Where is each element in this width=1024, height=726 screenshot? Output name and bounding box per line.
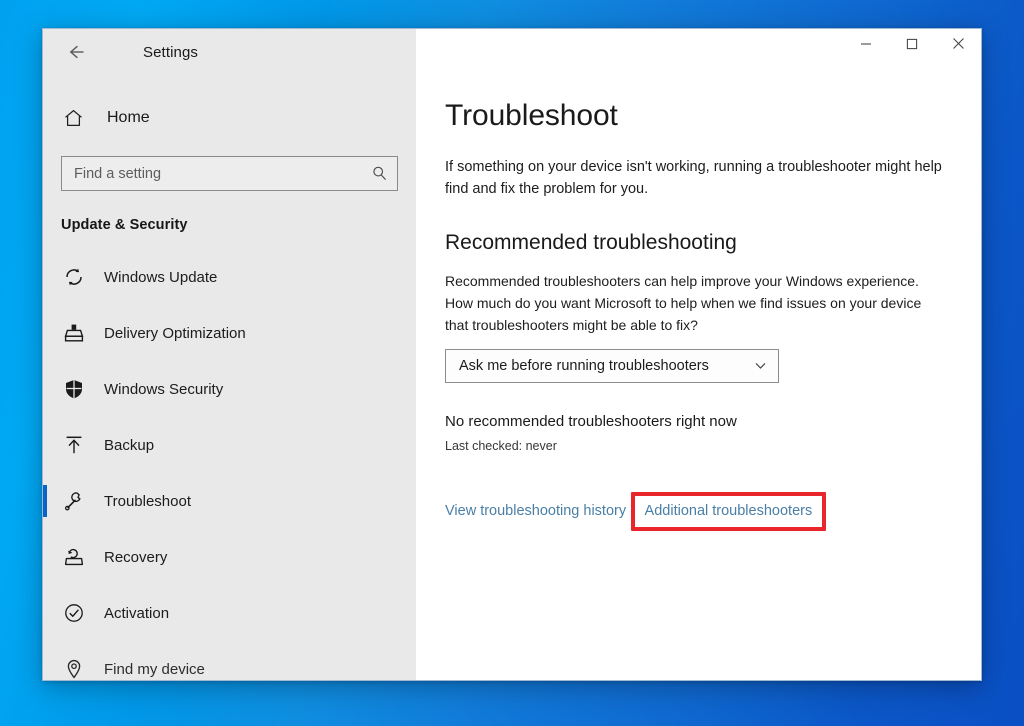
recommended-troubleshooting-dropdown[interactable]: Ask me before running troubleshooters — [445, 348, 779, 383]
sidebar-section-title: Update & Security — [61, 217, 188, 233]
section-heading-recommended: Recommended troubleshooting — [445, 230, 737, 254]
recommended-status-text: No recommended troubleshooters right now — [445, 412, 737, 430]
close-icon — [952, 37, 965, 55]
sidebar-item-troubleshoot[interactable]: Troubleshoot — [43, 473, 416, 529]
shield-icon — [63, 378, 93, 400]
dropdown-selected-value: Ask me before running troubleshooters — [459, 357, 709, 374]
sidebar-item-delivery-optimization-label: Delivery Optimization — [104, 324, 246, 342]
recovery-icon — [63, 546, 93, 568]
app-title: Settings — [143, 43, 198, 61]
back-arrow-icon — [69, 44, 91, 60]
sidebar-item-troubleshoot-label: Troubleshoot — [104, 492, 191, 510]
maximize-icon — [906, 37, 918, 55]
content-pane: Troubleshoot If something on your device… — [416, 29, 981, 680]
window-controls — [843, 29, 981, 62]
sidebar-item-activation-label: Activation — [104, 604, 170, 622]
minimize-icon — [860, 37, 872, 55]
back-button[interactable] — [61, 37, 99, 67]
chevron-down-icon — [752, 358, 768, 374]
sidebar-item-delivery-optimization[interactable]: Delivery Optimization — [43, 305, 416, 361]
search-box[interactable] — [61, 156, 398, 191]
sync-refresh-icon — [63, 266, 93, 288]
view-troubleshooting-history-link[interactable]: View troubleshooting history — [445, 503, 626, 519]
maximize-button[interactable] — [889, 29, 935, 62]
sidebar-item-backup[interactable]: Backup — [43, 417, 416, 473]
additional-troubleshooters-link[interactable]: Additional troubleshooters — [645, 503, 813, 519]
sidebar-item-find-my-device-label: Find my device — [104, 660, 205, 678]
page-title: Troubleshoot — [445, 99, 618, 132]
content-body: Troubleshoot If something on your device… — [416, 29, 981, 531]
sidebar-item-backup-label: Backup — [104, 436, 155, 454]
page-intro-text: If something on your device isn't workin… — [445, 159, 942, 197]
wrench-icon — [63, 490, 93, 512]
sidebar-item-windows-security[interactable]: Windows Security — [43, 361, 416, 417]
sidebar-item-activation[interactable]: Activation — [43, 585, 416, 641]
sidebar-item-windows-security-label: Windows Security — [104, 380, 224, 398]
delivery-box-icon — [63, 322, 93, 344]
last-checked-text: Last checked: never — [445, 438, 557, 453]
window-titlebar: Settings — [43, 29, 416, 75]
upload-arrow-icon — [63, 434, 93, 456]
sidebar-nav-list: Windows Update Delivery Optimization Win… — [43, 249, 416, 680]
sidebar-item-recovery[interactable]: Recovery — [43, 529, 416, 585]
close-button[interactable] — [935, 29, 981, 62]
home-icon — [63, 108, 97, 129]
additional-troubleshooters-highlight: Additional troubleshooters — [630, 491, 827, 531]
section-body-text: Recommended troubleshooters can help imp… — [445, 272, 922, 333]
sidebar-item-home[interactable]: Home — [43, 97, 416, 139]
location-pin-icon — [63, 658, 93, 680]
sidebar: Settings Home Update & Security — [43, 29, 416, 680]
search-icon[interactable] — [370, 165, 388, 183]
sidebar-item-windows-update[interactable]: Windows Update — [43, 249, 416, 305]
minimize-button[interactable] — [843, 29, 889, 62]
sidebar-item-windows-update-label: Windows Update — [104, 268, 218, 286]
sidebar-item-recovery-label: Recovery — [104, 548, 168, 566]
settings-window: Settings Home Update & Security — [42, 28, 982, 681]
sidebar-item-home-label: Home — [107, 109, 150, 126]
search-input[interactable] — [74, 157, 370, 190]
check-circle-icon — [63, 602, 93, 624]
sidebar-item-find-my-device[interactable]: Find my device — [43, 641, 416, 680]
